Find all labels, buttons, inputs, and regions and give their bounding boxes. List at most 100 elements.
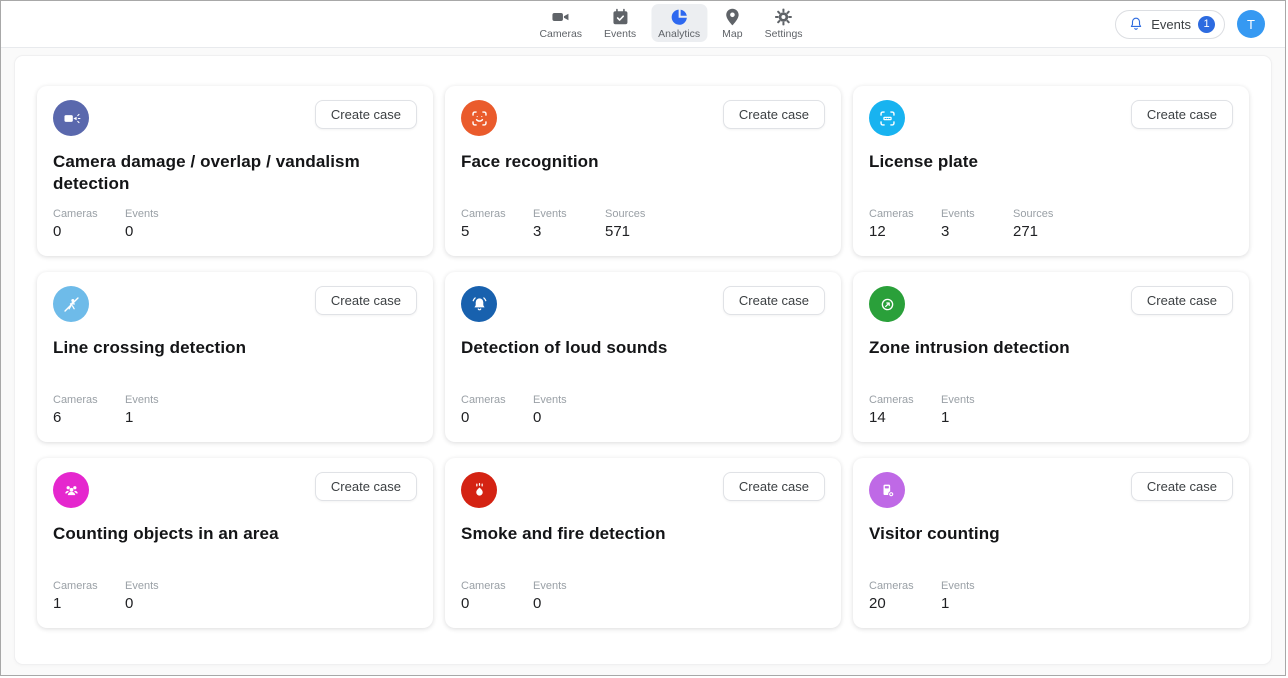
stat-value: 5 <box>461 223 513 240</box>
card-title: Visitor counting <box>869 523 1219 545</box>
events-button-label: Events <box>1151 17 1191 32</box>
card-title: Face recognition <box>461 151 811 173</box>
main-nav: Cameras Events Analytics Map Settings <box>532 4 809 42</box>
stat-value: 3 <box>941 223 993 240</box>
stat-cameras: Cameras 14 <box>869 394 921 426</box>
card-stats: Cameras 12 Events 3 Sources271 <box>869 208 1233 240</box>
stat-label: Sources <box>605 208 657 220</box>
stat-value: 0 <box>533 409 585 426</box>
stat-value: 1 <box>941 409 993 426</box>
stat-cameras: Cameras1 <box>53 580 105 612</box>
stat-events: Events 0 <box>125 208 177 240</box>
license-plate-icon <box>869 100 905 136</box>
stat-value: 0 <box>461 595 513 612</box>
analytics-card: Create case License plate Cameras 12 Event… <box>853 86 1249 256</box>
stat-value: 0 <box>53 223 105 240</box>
analytics-card: Create case Detection of loud sounds Cam… <box>445 272 841 442</box>
stat-value: 1 <box>125 409 177 426</box>
events-count-badge: 1 <box>1198 16 1215 33</box>
face-recognition-icon <box>461 100 497 136</box>
stat-label: Events <box>125 208 177 220</box>
nav-item-settings[interactable]: Settings <box>758 4 810 42</box>
events-notifications-button[interactable]: Events 1 <box>1115 10 1225 39</box>
stat-label: Events <box>125 580 177 592</box>
create-case-button[interactable]: Create case <box>723 286 825 315</box>
stat-label: Cameras <box>461 394 513 406</box>
create-case-button[interactable]: Create case <box>1131 286 1233 315</box>
stat-events: Events3 <box>533 208 585 240</box>
map-pin-icon <box>722 7 742 27</box>
stat-sources: Sources 571 <box>605 208 657 240</box>
stat-value: 14 <box>869 409 921 426</box>
create-case-button[interactable]: Create case <box>723 100 825 129</box>
card-title: Smoke and fire detection <box>461 523 811 545</box>
create-case-button[interactable]: Create case <box>1131 100 1233 129</box>
card-title: Camera damage / overlap / vandalism dete… <box>53 151 403 195</box>
analytics-card: Create case Visitor counting Cameras20 Ev… <box>853 458 1249 628</box>
stat-label: Cameras <box>53 208 105 220</box>
create-case-button[interactable]: Create case <box>723 472 825 501</box>
analytics-card: Create case Face recognition Cameras 5 Eve… <box>445 86 841 256</box>
stat-label: Cameras <box>869 208 921 220</box>
header-right: Events 1 T <box>1115 10 1285 39</box>
stat-cameras: Cameras 0 <box>53 208 105 240</box>
loud-sounds-icon <box>461 286 497 322</box>
stat-cameras: Cameras 0 <box>461 580 513 612</box>
stat-value: 1 <box>941 595 993 612</box>
stat-label: Events <box>941 208 993 220</box>
stat-events: Events0 <box>533 394 585 426</box>
stat-label: Cameras <box>53 394 105 406</box>
analytics-card: Create case Counting objects in an area … <box>37 458 433 628</box>
nav-item-map[interactable]: Map <box>715 4 749 42</box>
stat-sources: Sources271 <box>1013 208 1065 240</box>
nav-item-analytics[interactable]: Analytics <box>651 4 707 42</box>
stat-value: 12 <box>869 223 921 240</box>
nav-item-cameras[interactable]: Cameras <box>532 4 589 42</box>
stat-events: Events 1 <box>125 394 177 426</box>
create-case-button[interactable]: Create case <box>1131 472 1233 501</box>
analytics-card: Create case Camera damage / overlap / va… <box>37 86 433 256</box>
stat-cameras: Cameras0 <box>461 394 513 426</box>
camera-icon <box>551 7 571 27</box>
nav-item-events[interactable]: Events <box>597 4 643 42</box>
create-case-button[interactable]: Create case <box>315 472 417 501</box>
stat-label: Cameras <box>461 580 513 592</box>
stat-label: Cameras <box>461 208 513 220</box>
visitor-counting-icon <box>869 472 905 508</box>
stat-label: Events <box>533 208 585 220</box>
stat-events: Events 1 <box>941 580 993 612</box>
analytics-card: Create case Smoke and fire detection Cam… <box>445 458 841 628</box>
card-stats: Cameras1 Events0 <box>53 580 417 612</box>
stat-label: Events <box>941 394 993 406</box>
card-title: License plate <box>869 151 1219 173</box>
stat-events: Events0 <box>125 580 177 612</box>
card-title: Line crossing detection <box>53 337 403 359</box>
card-stats: Cameras 5 Events3 Sources 571 <box>461 208 825 240</box>
analytics-panel: Create case Camera damage / overlap / va… <box>15 56 1271 664</box>
stat-label: Cameras <box>53 580 105 592</box>
card-stats: Cameras 14 Events 1 <box>869 394 1233 426</box>
card-title: Counting objects in an area <box>53 523 403 545</box>
user-avatar[interactable]: T <box>1237 10 1265 38</box>
stat-value: 571 <box>605 223 657 240</box>
stat-events: Events 1 <box>941 394 993 426</box>
stat-label: Events <box>125 394 177 406</box>
stat-cameras: Cameras20 <box>869 580 921 612</box>
create-case-button[interactable]: Create case <box>315 286 417 315</box>
card-stats: Cameras20 Events 1 <box>869 580 1233 612</box>
app-window: Cameras Events Analytics Map Settings Ev… <box>0 0 1286 676</box>
stat-value: 0 <box>125 223 177 240</box>
create-case-button[interactable]: Create case <box>315 100 417 129</box>
stat-value: 0 <box>533 595 585 612</box>
stat-label: Events <box>941 580 993 592</box>
pie-chart-icon <box>669 7 689 27</box>
analytics-card: Create case Zone intrusion detection Cam… <box>853 272 1249 442</box>
zone-intrusion-icon <box>869 286 905 322</box>
stat-cameras: Cameras 5 <box>461 208 513 240</box>
stat-cameras: Cameras6 <box>53 394 105 426</box>
camera-damage-icon <box>53 100 89 136</box>
stat-label: Cameras <box>869 394 921 406</box>
card-stats: Cameras6 Events 1 <box>53 394 417 426</box>
stat-label: Events <box>533 580 585 592</box>
stat-cameras: Cameras 12 <box>869 208 921 240</box>
